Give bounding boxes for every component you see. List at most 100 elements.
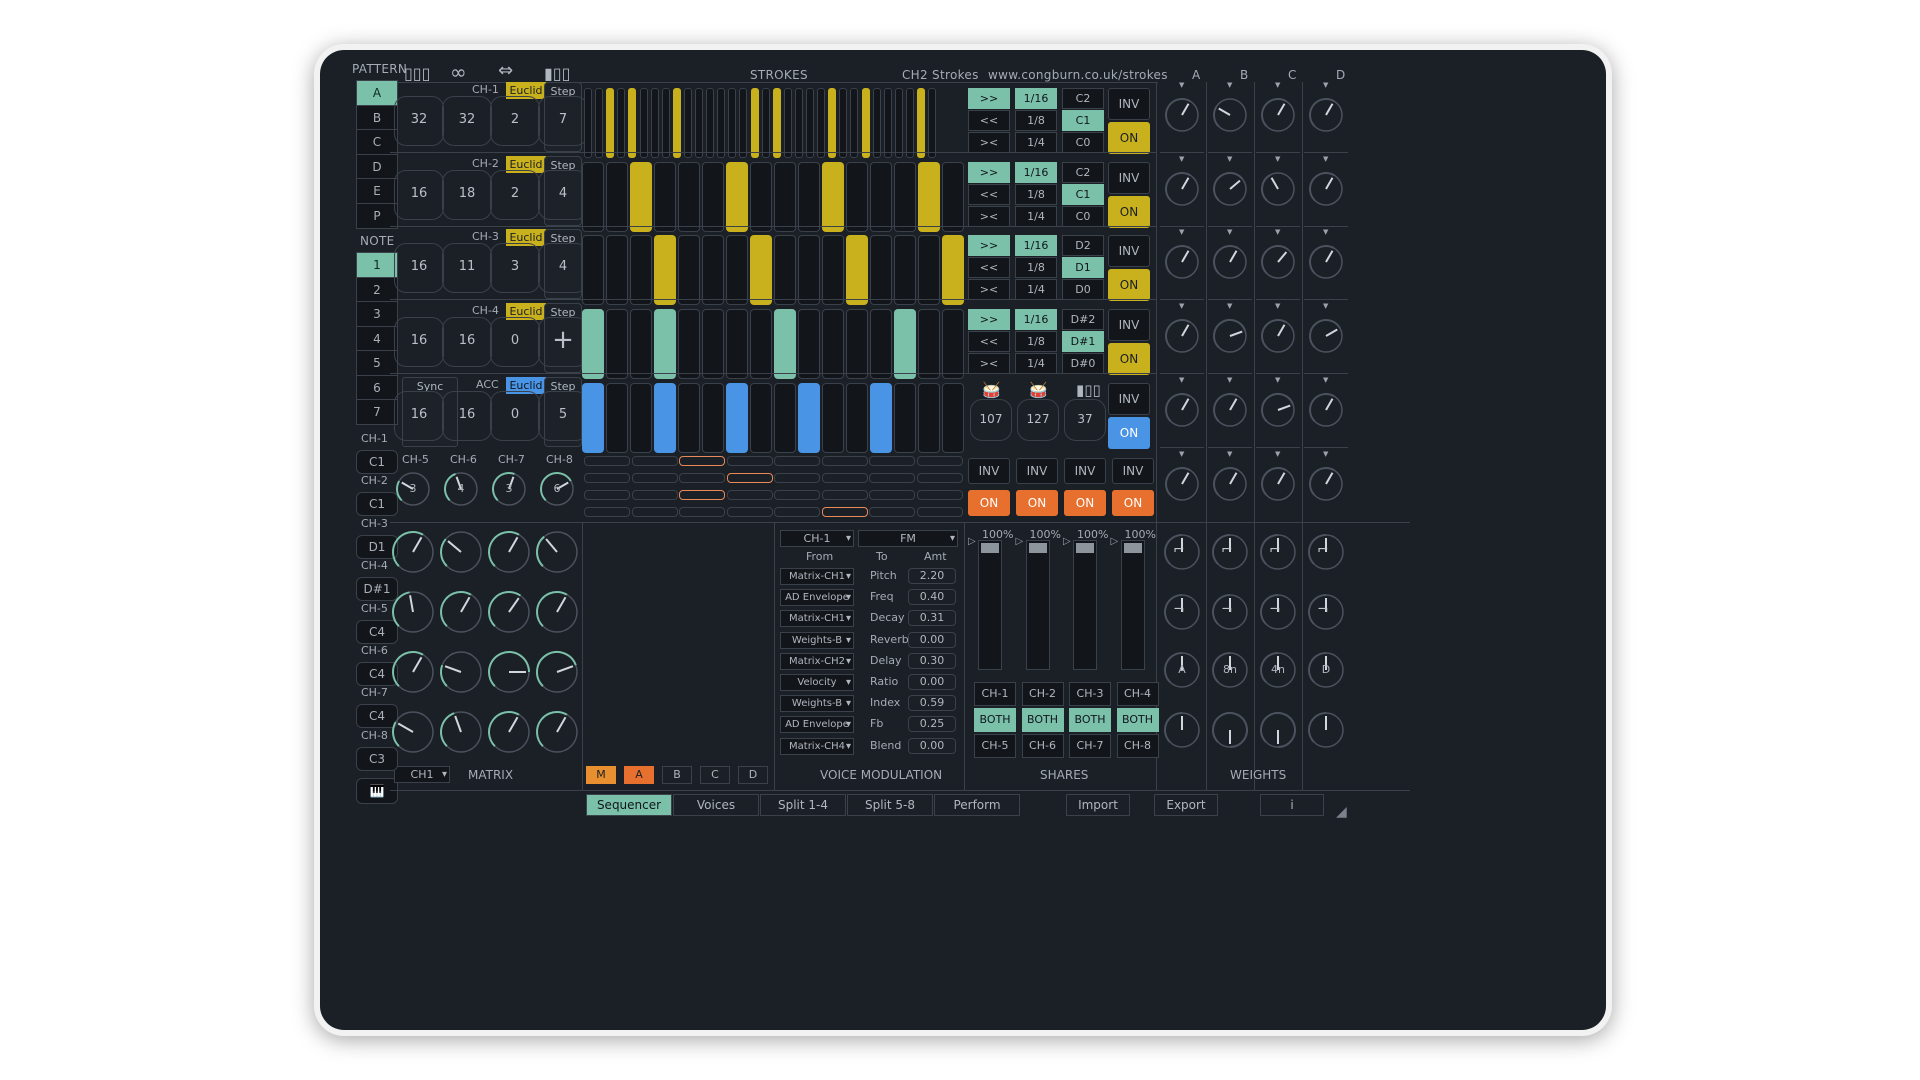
division-button[interactable]: 1/8 <box>1015 110 1057 131</box>
euclid-param-cell[interactable]: 3 <box>490 243 540 294</box>
trigger-lane-cell[interactable] <box>584 473 630 483</box>
pattern-a-button[interactable]: A <box>356 80 398 106</box>
mod-amount-field[interactable]: 0.00 <box>908 631 956 648</box>
division-button[interactable]: 1/4 <box>1015 353 1057 375</box>
octave-button[interactable]: D#1 <box>1062 331 1104 353</box>
step-cell[interactable] <box>617 88 626 158</box>
resize-handle-icon[interactable]: ◢ <box>1336 804 1347 820</box>
weight-knob[interactable] <box>1210 95 1250 135</box>
step-cell[interactable] <box>822 235 844 306</box>
weight-knob[interactable] <box>1258 390 1298 430</box>
weight-knob[interactable] <box>1306 242 1346 282</box>
share-both-button[interactable]: BOTH <box>974 708 1016 732</box>
piano-icon[interactable]: 🎹 <box>356 778 398 804</box>
export-button[interactable]: Export <box>1154 794 1218 816</box>
step-cell[interactable] <box>883 88 892 158</box>
weight-amount-knob[interactable] <box>1305 709 1347 751</box>
trigger-lane-cell[interactable] <box>774 473 820 483</box>
weight-amount-knob[interactable] <box>1257 709 1299 751</box>
step-cell[interactable] <box>822 161 844 232</box>
euclid-param-cell[interactable]: 16 <box>394 169 444 220</box>
step-cell[interactable] <box>683 88 692 158</box>
note-1-button[interactable]: 1 <box>356 252 398 278</box>
euclid-param-cell[interactable]: 16 <box>442 317 492 368</box>
pattern-e-button[interactable]: E <box>356 178 398 204</box>
step-cell[interactable] <box>606 88 615 158</box>
step-cell[interactable] <box>942 382 964 453</box>
trigger-lane-cell[interactable] <box>821 473 868 483</box>
octave-button[interactable]: C0 <box>1062 132 1104 153</box>
step-cell[interactable] <box>774 382 796 453</box>
division-button[interactable]: 1/4 <box>1015 132 1057 153</box>
step-cell[interactable] <box>654 382 676 453</box>
trigger-lane-cell[interactable] <box>916 456 963 466</box>
direction-button[interactable]: << <box>968 110 1010 131</box>
weight-knob[interactable] <box>1210 464 1250 504</box>
matrix-knob[interactable] <box>389 708 437 756</box>
step-cell[interactable] <box>595 88 604 158</box>
side-channel-note[interactable]: C1 <box>356 450 398 474</box>
division-button[interactable]: 1/4 <box>1015 205 1057 227</box>
trigger-lane-cell[interactable] <box>726 490 773 500</box>
step-cell[interactable] <box>917 88 925 158</box>
weight-knob[interactable] <box>1210 169 1250 209</box>
octave-button[interactable]: C2 <box>1062 88 1104 109</box>
tab-perform[interactable]: Perform <box>934 794 1020 816</box>
trigger-lane-cell[interactable] <box>869 473 915 483</box>
step-cell[interactable] <box>726 161 748 232</box>
weight-knob[interactable] <box>1162 316 1202 356</box>
step-cell[interactable] <box>628 88 637 158</box>
matrix-knob[interactable] <box>389 588 437 636</box>
division-button[interactable]: 1/16 <box>1015 161 1057 183</box>
trigger-lane-cell[interactable] <box>679 507 725 517</box>
step-cell[interactable] <box>606 309 628 380</box>
mod-amount-field[interactable]: 0.30 <box>908 652 956 669</box>
weight-amount-knob[interactable] <box>1209 709 1251 751</box>
loop-icon[interactable]: ∞ <box>450 60 467 84</box>
direction-button[interactable]: >> <box>968 309 1010 331</box>
step-cell[interactable] <box>584 88 592 158</box>
step-cell[interactable] <box>846 235 868 306</box>
octave-button[interactable]: C2 <box>1062 161 1104 183</box>
step-cell[interactable] <box>630 309 652 380</box>
matrix-knob[interactable] <box>533 708 581 756</box>
step-cell[interactable] <box>606 161 628 232</box>
step-cell[interactable] <box>806 88 814 158</box>
add-step-button[interactable]: + <box>538 317 588 368</box>
step-cell[interactable] <box>798 382 820 453</box>
direction-button[interactable]: >> <box>968 88 1010 109</box>
weight-knob[interactable] <box>1210 242 1250 282</box>
octave-button[interactable]: D0 <box>1062 279 1104 301</box>
step-cell[interactable] <box>918 382 940 453</box>
acc-param-cell[interactable]: 5 <box>538 390 588 441</box>
share-slider[interactable] <box>978 540 1002 670</box>
trigger-lane-cell[interactable] <box>869 456 915 466</box>
trigger-lane-cell[interactable] <box>774 490 820 500</box>
trigger-lane-cell[interactable] <box>916 490 963 500</box>
matrix-tab-d[interactable]: D <box>738 766 768 784</box>
weight-knob[interactable] <box>1210 316 1250 356</box>
swap-icon[interactable]: ⇔ <box>498 60 513 81</box>
share-source-button[interactable]: CH-4 <box>1116 682 1159 706</box>
trigger-lane-cell[interactable] <box>869 507 915 517</box>
invert-button[interactable]: INV <box>1016 458 1058 484</box>
enable-button[interactable]: ON <box>1108 269 1150 302</box>
step-cell[interactable] <box>942 235 964 306</box>
mod-amount-field[interactable]: 0.59 <box>908 695 956 712</box>
acc-param-cell[interactable]: 16 <box>442 390 492 441</box>
weight-knob[interactable] <box>1306 169 1346 209</box>
octave-button[interactable]: C1 <box>1062 183 1104 205</box>
slider-thumb[interactable] <box>981 543 999 553</box>
weight-knob[interactable] <box>1258 316 1298 356</box>
mod-source-select[interactable]: Matrix-CH1 <box>780 610 854 628</box>
note-6-button[interactable]: 6 <box>356 374 398 401</box>
matrix-knob[interactable] <box>485 708 533 756</box>
trigger-lane-cell[interactable] <box>726 456 773 466</box>
step-cell[interactable] <box>582 309 604 380</box>
step-cell[interactable] <box>918 161 940 232</box>
direction-button[interactable]: << <box>968 331 1010 353</box>
step-cell[interactable] <box>650 88 659 158</box>
direction-button[interactable]: >< <box>968 279 1010 301</box>
step-cell[interactable] <box>772 88 781 158</box>
weight-knob[interactable] <box>1210 390 1250 430</box>
